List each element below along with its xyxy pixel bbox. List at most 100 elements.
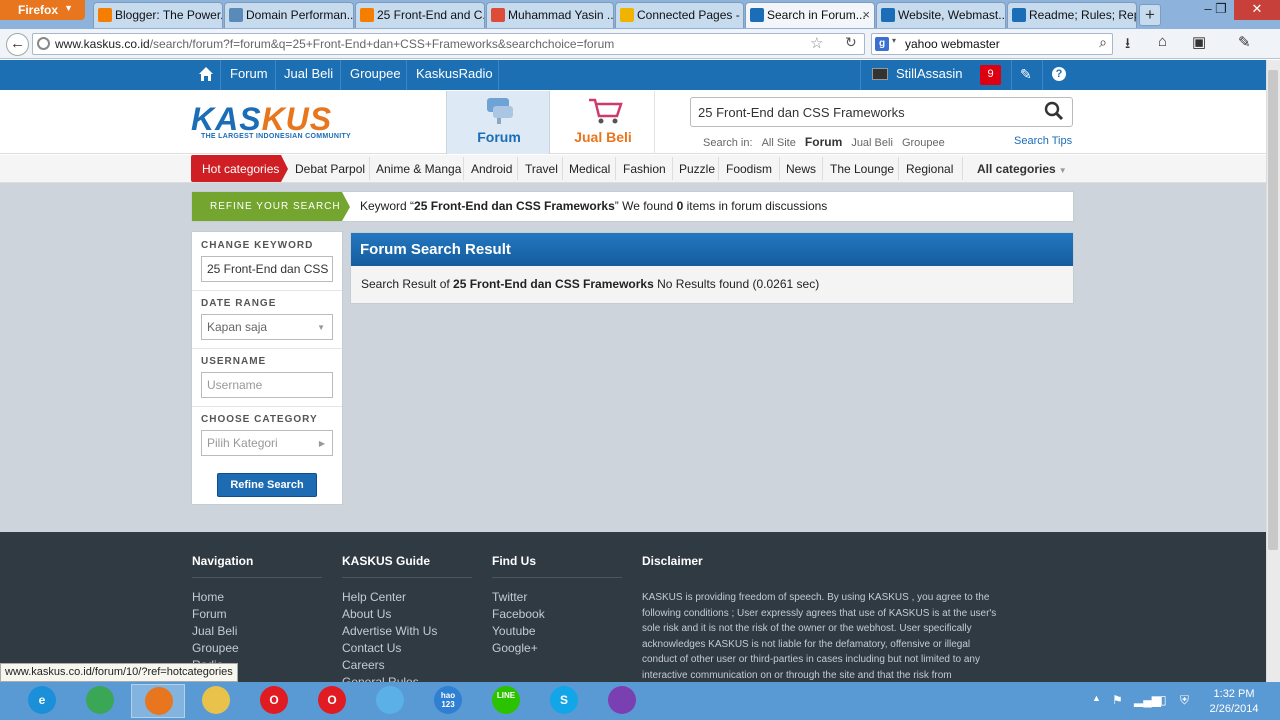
taskbar-firefox[interactable] (131, 684, 185, 718)
avatar[interactable] (872, 68, 888, 80)
download-icon[interactable]: ⭳ (1125, 33, 1130, 58)
new-tab-button[interactable]: + (1139, 4, 1161, 26)
restore-icon[interactable]: ❐ (1210, 0, 1232, 20)
refine-text-mid: ” We found (614, 199, 677, 213)
footer-link-jual-beli[interactable]: Jual Beli (192, 624, 237, 638)
shield-icon[interactable]: ⛨ (1180, 693, 1189, 708)
scrollbar-thumb[interactable] (1268, 70, 1278, 550)
footer-link-home[interactable]: Home (192, 590, 224, 604)
close-window-button[interactable]: ✕ (1234, 0, 1280, 20)
category-news[interactable]: News (786, 162, 816, 176)
topnav-groupee[interactable]: Groupee (350, 66, 401, 81)
browser-tab[interactable]: Readme; Rules; Rep... (1007, 2, 1137, 28)
notification-badge[interactable]: 9 (980, 65, 1001, 85)
category-regional[interactable]: Regional (906, 162, 953, 176)
help-icon[interactable]: ? (1052, 67, 1066, 81)
addon-icon[interactable]: ▣ (1192, 33, 1206, 51)
taskbar-yahoo-messenger[interactable] (595, 684, 649, 718)
taskbar-opera[interactable]: O (247, 684, 301, 718)
category-fashion[interactable]: Fashion (623, 162, 666, 176)
address-bar[interactable]: www.kaskus.co.id/search/forum?f=forum&q=… (32, 33, 865, 55)
search-in-jual-beli[interactable]: Jual Beli (851, 137, 893, 149)
taskbar-file-explorer[interactable] (189, 684, 243, 718)
signal-icon[interactable]: ▂▄▆ (1134, 693, 1161, 707)
all-categories-dropdown[interactable]: All categories ▼ (977, 162, 1067, 176)
blogger-icon (360, 8, 374, 22)
date-range-select[interactable]: Kapan saja ▼ (201, 314, 333, 340)
footer-link-youtube[interactable]: Youtube (492, 624, 536, 638)
back-button[interactable]: ← (6, 33, 29, 56)
browser-tab[interactable]: Connected Pages - ... (615, 2, 744, 28)
browser-tab[interactable]: Blogger: The Power... (93, 2, 223, 28)
opera-next-icon: O (318, 686, 346, 714)
browser-tab[interactable]: Search in Forum... × (745, 2, 875, 28)
username[interactable]: StillAssasin (896, 66, 962, 81)
category-the-lounge[interactable]: The Lounge (830, 162, 894, 176)
footer-link-about-us[interactable]: About Us (342, 607, 391, 621)
hot-categories-button[interactable]: Hot categories (191, 155, 288, 182)
search-in-groupee[interactable]: Groupee (902, 137, 945, 149)
kaskus-logo[interactable]: KASKUS THE LARGEST INDONESIAN COMMUNITY (191, 103, 351, 140)
flag-icon[interactable]: ⚑ (1112, 693, 1123, 707)
browser-tab[interactable]: Website, Webmast... (876, 2, 1006, 28)
reload-icon[interactable]: ↻ (845, 34, 857, 51)
firefox-menu-button[interactable]: Firefox ▼ (0, 0, 85, 20)
category-puzzle[interactable]: Puzzle (679, 162, 715, 176)
system-clock[interactable]: 1:32 PM 2/26/2014 (1206, 687, 1262, 717)
tab-forum[interactable]: Forum (446, 91, 550, 154)
url-path: /search/forum?f=forum&q=25+Front-End+dan… (149, 37, 615, 51)
tab-jual-beli[interactable]: Jual Beli (551, 91, 655, 154)
taskbar-hao123[interactable]: hao 123 (421, 684, 475, 718)
home-icon[interactable] (198, 66, 214, 82)
category-medical[interactable]: Medical (569, 162, 610, 176)
refine-search-button[interactable]: Refine Search (217, 473, 317, 497)
topnav-jual-beli[interactable]: Jual Beli (284, 66, 333, 81)
taskbar-chrome[interactable] (73, 684, 127, 718)
category-anime-manga[interactable]: Anime & Manga (376, 162, 461, 176)
topnav-kaskusradio[interactable]: KaskusRadio (416, 66, 493, 81)
search-tips-link[interactable]: Search Tips (1014, 135, 1072, 147)
search-icon[interactable]: ⌕ (1099, 34, 1107, 51)
footer-link-google-plus[interactable]: Google+ (492, 641, 538, 655)
category-travel[interactable]: Travel (525, 162, 558, 176)
topnav-forum[interactable]: Forum (230, 66, 268, 81)
keyword-input[interactable]: 25 Front-End dan CSS Frameworks (201, 256, 333, 282)
footer-link-facebook[interactable]: Facebook (492, 607, 545, 621)
footer-link-forum[interactable]: Forum (192, 607, 227, 621)
username-input[interactable]: Username (201, 372, 333, 398)
category-debat-parpol[interactable]: Debat Parpol (295, 162, 365, 176)
search-in-all-site[interactable]: All Site (762, 137, 796, 149)
home-icon[interactable]: ⌂ (1158, 33, 1167, 50)
browser-tab[interactable]: 25 Front-End and C... (355, 2, 485, 28)
taskbar-line[interactable]: LINE (479, 684, 533, 718)
close-tab-icon[interactable]: × (862, 7, 870, 22)
category-select[interactable]: Pilih Kategori ▶ (201, 430, 333, 456)
footer-link-groupee[interactable]: Groupee (192, 641, 239, 655)
footer-link-advertise[interactable]: Advertise With Us (342, 624, 437, 638)
taskbar-internet-explorer[interactable]: e (15, 684, 69, 718)
bookmark-star-icon[interactable]: ☆ (810, 34, 823, 52)
category-android[interactable]: Android (471, 162, 512, 176)
footer-link-twitter[interactable]: Twitter (492, 590, 527, 604)
pencil-icon[interactable]: ✎ (1020, 66, 1032, 83)
taskbar-opera-next[interactable]: O (305, 684, 359, 718)
footer-link-general-rules[interactable]: General Rules (342, 675, 419, 682)
battery-icon[interactable]: ▯ (1160, 693, 1167, 707)
search-in-forum[interactable]: Forum (805, 135, 842, 149)
taskbar-safari[interactable] (363, 684, 417, 718)
taskbar-skype[interactable]: S (537, 684, 591, 718)
footer-link-help-center[interactable]: Help Center (342, 590, 406, 604)
site-search-input[interactable]: 25 Front-End dan CSS Frameworks (690, 97, 1073, 127)
category-foodism[interactable]: Foodism (726, 162, 772, 176)
logo-text-1: KAS (191, 101, 262, 137)
footer-link-contact-us[interactable]: Contact Us (342, 641, 401, 655)
browser-search-value: yahoo webmaster (905, 37, 1000, 51)
browser-tab[interactable]: Muhammad Yasin ... (486, 2, 614, 28)
browser-search-input[interactable]: g ▾ yahoo webmaster ⌕ (871, 33, 1113, 55)
site-search-value: 25 Front-End dan CSS Frameworks (698, 105, 905, 120)
footer-link-careers[interactable]: Careers (342, 658, 385, 672)
browser-tab[interactable]: Domain Performan... (224, 2, 354, 28)
search-icon[interactable] (1044, 101, 1064, 121)
extension-icon[interactable]: ✎ (1238, 33, 1251, 51)
tray-expand-icon[interactable]: ▲ (1092, 693, 1101, 703)
